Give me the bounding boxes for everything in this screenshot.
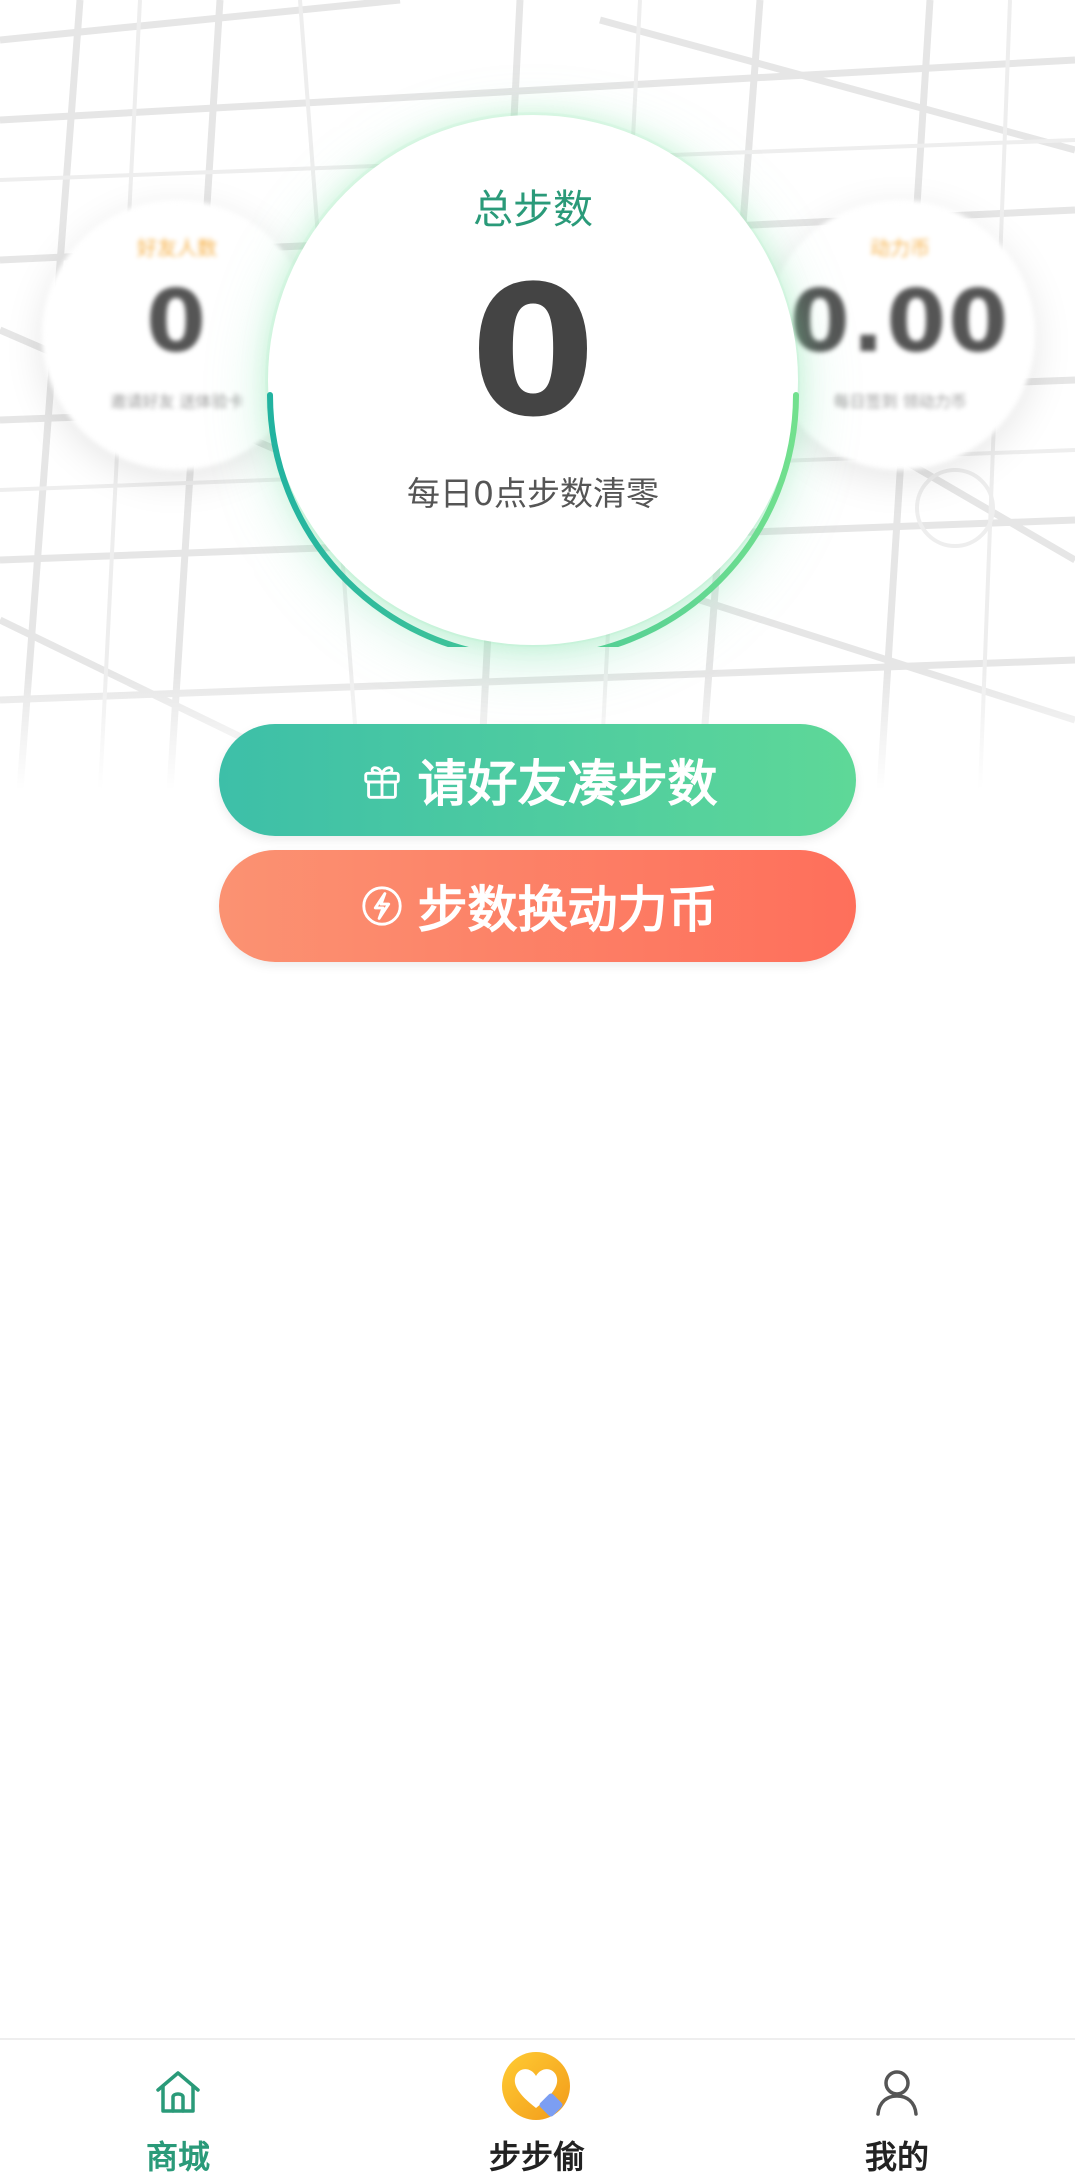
coins-value: 0.00	[789, 272, 1011, 372]
total-steps-circle: 总步数 0 每日0点步数清零	[267, 115, 799, 647]
friends-count-sub: 邀请好友 送体验卡	[110, 392, 244, 411]
coins-sub: 每日签到 领动力币	[833, 392, 967, 411]
total-steps-title: 总步数	[473, 187, 593, 233]
user-icon	[876, 2070, 918, 2116]
heart-logo-icon	[502, 2052, 570, 2120]
home-icon	[156, 2071, 200, 2113]
invite-friends-button[interactable]: 请好友凑步数	[219, 724, 856, 836]
tab-mine-label: 我的	[864, 2138, 929, 2176]
tab-mall-label: 商城	[145, 2138, 210, 2176]
bottom-tab-bar: 商城 步步偷 我的	[0, 2038, 1075, 2183]
gift-icon	[358, 756, 406, 804]
lightning-circle-icon	[358, 882, 406, 930]
tab-step-steal-label: 步步偷	[488, 2138, 585, 2176]
tab-step-steal[interactable]: 步步偷	[437, 2040, 637, 2183]
total-steps-value: 0	[470, 248, 596, 457]
coins-label: 动力币	[870, 236, 930, 260]
tab-mall[interactable]: 商城	[78, 2040, 278, 2183]
coins-card: 动力币 0.00 每日签到 领动力币	[765, 200, 1035, 470]
tab-mine[interactable]: 我的	[797, 2040, 997, 2183]
steps-reset-note: 每日0点步数清零	[407, 474, 659, 513]
step-page: 好友人数 0 邀请好友 送体验卡 动力币 0.00 每日签到 领动力币 总步数 …	[0, 0, 1075, 2183]
invite-friends-label: 请好友凑步数	[417, 755, 718, 813]
exchange-coins-label: 步数换动力币	[417, 881, 718, 939]
exchange-coins-button[interactable]: 步数换动力币	[219, 850, 856, 962]
